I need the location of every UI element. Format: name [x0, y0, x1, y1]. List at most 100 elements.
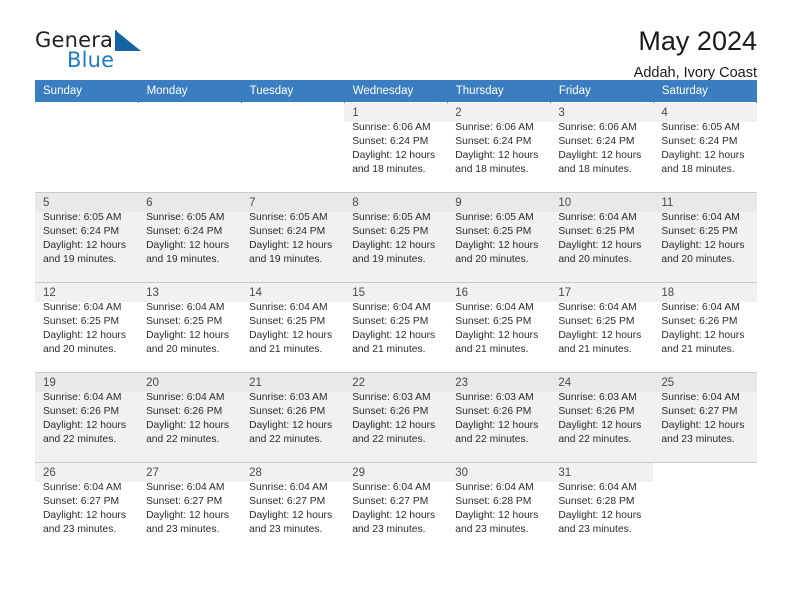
daylight-line-2: and 18 minutes. [455, 164, 529, 176]
sunset-time: Sunset: 6:24 PM [146, 226, 223, 238]
calendar-body: 1 Sunrise: 6:06 AM Sunset: 6:24 PM Daylight… [35, 102, 757, 552]
daylight-line-1: Daylight: 12 hours [455, 240, 539, 252]
daylight-line-1: Daylight: 12 hours [455, 510, 539, 522]
calendar-cell-day[interactable]: 15 Sunrise: 6:04 AM Sunset: 6:25 PM Dayligh… [344, 282, 448, 373]
day-details: Sunrise: 6:06 AM Sunset: 6:24 PM Daylight:… [455, 121, 542, 177]
calendar-week-row: 5 Sunrise: 6:05 AM Sunset: 6:24 PM Daylight… [35, 192, 757, 283]
calendar-cell-inner: 11 Sunrise: 6:04 AM Sunset: 6:25 PM Dayligh… [653, 193, 757, 282]
calendar-cell-inner: 18 Sunrise: 6:04 AM Sunset: 6:26 PM Dayligh… [653, 283, 757, 372]
day-details: Sunrise: 6:04 AM Sunset: 6:25 PM Daylight:… [352, 301, 439, 357]
sunrise-time: Sunrise: 6:06 AM [558, 122, 637, 133]
calendar-cell-day[interactable]: 11 Sunrise: 6:04 AM Sunset: 6:25 PM Dayligh… [653, 192, 757, 283]
calendar-cell-empty [35, 102, 139, 193]
calendar-cell-day[interactable]: 31 Sunrise: 6:04 AM Sunset: 6:28 PM Dayligh… [550, 462, 654, 552]
calendar-cell-inner: 2 Sunrise: 6:06 AM Sunset: 6:24 PM Daylight… [447, 103, 551, 192]
sunrise-time: Sunrise: 6:05 AM [249, 212, 328, 223]
calendar-cell-day[interactable]: 8 Sunrise: 6:05 AM Sunset: 6:25 PM Daylight… [344, 192, 448, 283]
calendar-cell-day[interactable]: 20 Sunrise: 6:04 AM Sunset: 6:26 PM Dayligh… [138, 372, 242, 463]
calendar-cell-day[interactable]: 18 Sunrise: 6:04 AM Sunset: 6:26 PM Dayligh… [653, 282, 757, 373]
calendar-cell-inner [653, 463, 757, 552]
calendar-cell-day[interactable]: 3 Sunrise: 6:06 AM Sunset: 6:24 PM Daylight… [550, 102, 654, 193]
day-details: Sunrise: 6:03 AM Sunset: 6:26 PM Daylight:… [249, 391, 336, 447]
calendar-cell-day[interactable]: 22 Sunrise: 6:03 AM Sunset: 6:26 PM Dayligh… [344, 372, 448, 463]
sunrise-time: Sunrise: 6:04 AM [661, 302, 740, 313]
calendar-cell-day[interactable]: 28 Sunrise: 6:04 AM Sunset: 6:27 PM Dayligh… [241, 462, 345, 552]
calendar-cell-day[interactable]: 2 Sunrise: 6:06 AM Sunset: 6:24 PM Daylight… [447, 102, 551, 193]
calendar-cell-day[interactable]: 13 Sunrise: 6:04 AM Sunset: 6:25 PM Dayligh… [138, 282, 242, 373]
calendar-cell-inner: 28 Sunrise: 6:04 AM Sunset: 6:27 PM Dayligh… [241, 463, 345, 552]
day-details: Sunrise: 6:06 AM Sunset: 6:24 PM Daylight:… [558, 121, 645, 177]
calendar-cell-day[interactable]: 29 Sunrise: 6:04 AM Sunset: 6:27 PM Dayligh… [344, 462, 448, 552]
day-number: 28 [249, 467, 262, 479]
calendar-cell-inner: 25 Sunrise: 6:04 AM Sunset: 6:27 PM Dayligh… [653, 373, 757, 462]
calendar-table: Sunday Monday Tuesday Wednesday Thursday… [35, 80, 758, 552]
daylight-line-1: Daylight: 12 hours [43, 330, 126, 342]
calendar-cell-day[interactable]: 26 Sunrise: 6:04 AM Sunset: 6:27 PM Dayligh… [35, 462, 139, 552]
day-number: 26 [43, 467, 56, 479]
calendar-cell-inner: 5 Sunrise: 6:05 AM Sunset: 6:24 PM Daylight… [35, 193, 139, 282]
calendar-cell-day[interactable]: 7 Sunrise: 6:05 AM Sunset: 6:24 PM Daylight… [241, 192, 345, 283]
day-number: 12 [43, 287, 56, 299]
sunset-time: Sunset: 6:26 PM [43, 406, 120, 418]
daylight-line-2: and 21 minutes. [352, 344, 426, 356]
day-details: Sunrise: 6:04 AM Sunset: 6:25 PM Daylight:… [558, 301, 645, 357]
calendar-cell-day[interactable]: 23 Sunrise: 6:03 AM Sunset: 6:26 PM Dayligh… [447, 372, 551, 463]
calendar-cell-day[interactable]: 9 Sunrise: 6:05 AM Sunset: 6:25 PM Daylight… [447, 192, 551, 283]
day-number: 30 [455, 467, 469, 479]
day-details: Sunrise: 6:04 AM Sunset: 6:26 PM Daylight:… [146, 391, 233, 447]
day-details: Sunrise: 6:03 AM Sunset: 6:26 PM Daylight:… [352, 391, 439, 447]
day-details: Sunrise: 6:05 AM Sunset: 6:24 PM Daylight:… [146, 211, 233, 267]
day-details: Sunrise: 6:04 AM Sunset: 6:25 PM Daylight:… [146, 301, 233, 357]
calendar-cell-day[interactable]: 5 Sunrise: 6:05 AM Sunset: 6:24 PM Daylight… [35, 192, 139, 283]
calendar-cell-day[interactable]: 25 Sunrise: 6:04 AM Sunset: 6:27 PM Dayligh… [653, 372, 757, 463]
calendar-cell-inner: 20 Sunrise: 6:04 AM Sunset: 6:26 PM Dayligh… [138, 373, 242, 462]
calendar-cell-empty [138, 102, 242, 193]
calendar-cell-day[interactable]: 30 Sunrise: 6:04 AM Sunset: 6:28 PM Dayligh… [447, 462, 551, 552]
sunrise-time: Sunrise: 6:04 AM [352, 302, 431, 313]
sunset-time: Sunset: 6:25 PM [249, 316, 326, 328]
day-number: 5 [43, 197, 50, 209]
sunrise-time: Sunrise: 6:04 AM [146, 302, 225, 313]
sunset-time: Sunset: 6:26 PM [352, 406, 429, 418]
calendar-cell-day[interactable]: 16 Sunrise: 6:04 AM Sunset: 6:25 PM Dayligh… [447, 282, 551, 373]
day-number: 29 [352, 467, 365, 479]
sunset-time: Sunset: 6:25 PM [146, 316, 223, 328]
daylight-line-2: and 20 minutes. [43, 344, 117, 356]
weekday-header-wednesday: Wednesday [344, 80, 448, 103]
calendar-cell-day[interactable]: 21 Sunrise: 6:03 AM Sunset: 6:26 PM Dayligh… [241, 372, 345, 463]
sunset-time: Sunset: 6:24 PM [558, 136, 635, 148]
daylight-line-1: Daylight: 12 hours [558, 240, 642, 252]
calendar-cell-day[interactable]: 4 Sunrise: 6:05 AM Sunset: 6:24 PM Daylight… [653, 102, 757, 193]
calendar-cell-inner: 10 Sunrise: 6:04 AM Sunset: 6:25 PM Dayligh… [550, 193, 654, 282]
calendar-cell-day[interactable]: 6 Sunrise: 6:05 AM Sunset: 6:24 PM Daylight… [138, 192, 242, 283]
sunset-time: Sunset: 6:27 PM [249, 496, 326, 508]
daylight-line-1: Daylight: 12 hours [558, 150, 642, 162]
daylight-line-1: Daylight: 12 hours [455, 420, 539, 432]
day-number: 3 [558, 107, 565, 119]
calendar-cell-inner: 13 Sunrise: 6:04 AM Sunset: 6:25 PM Dayligh… [138, 283, 242, 372]
calendar-cell-day[interactable]: 19 Sunrise: 6:04 AM Sunset: 6:26 PM Dayligh… [35, 372, 139, 463]
calendar-cell-inner: 23 Sunrise: 6:03 AM Sunset: 6:26 PM Dayligh… [447, 373, 551, 462]
day-number: 9 [455, 197, 462, 209]
day-details: Sunrise: 6:03 AM Sunset: 6:26 PM Daylight:… [455, 391, 542, 447]
day-details: Sunrise: 6:03 AM Sunset: 6:26 PM Daylight:… [558, 391, 645, 447]
calendar-week-row: 1 Sunrise: 6:06 AM Sunset: 6:24 PM Daylight… [35, 102, 757, 193]
calendar-cell-day[interactable]: 24 Sunrise: 6:03 AM Sunset: 6:26 PM Dayligh… [550, 372, 654, 463]
calendar-cell-inner: 17 Sunrise: 6:04 AM Sunset: 6:25 PM Dayligh… [550, 283, 654, 372]
calendar-cell-day[interactable]: 1 Sunrise: 6:06 AM Sunset: 6:24 PM Daylight… [344, 102, 448, 193]
sunrise-time: Sunrise: 6:05 AM [352, 212, 431, 223]
sunrise-time: Sunrise: 6:04 AM [558, 482, 637, 493]
daylight-line-2: and 20 minutes. [455, 254, 529, 266]
daylight-line-1: Daylight: 12 hours [352, 150, 436, 162]
day-details: Sunrise: 6:06 AM Sunset: 6:24 PM Daylight:… [352, 121, 439, 177]
sunrise-time: Sunrise: 6:04 AM [249, 482, 328, 493]
calendar-cell-day[interactable]: 17 Sunrise: 6:04 AM Sunset: 6:25 PM Dayligh… [550, 282, 654, 373]
calendar-cell-day[interactable]: 12 Sunrise: 6:04 AM Sunset: 6:25 PM Dayligh… [35, 282, 139, 373]
daylight-line-1: Daylight: 12 hours [661, 420, 745, 432]
calendar-cell-inner: 12 Sunrise: 6:04 AM Sunset: 6:25 PM Dayligh… [35, 283, 139, 372]
day-details: Sunrise: 6:04 AM Sunset: 6:26 PM Daylight:… [661, 301, 748, 357]
calendar-cell-day[interactable]: 10 Sunrise: 6:04 AM Sunset: 6:25 PM Dayligh… [550, 192, 654, 283]
calendar-cell-day[interactable]: 27 Sunrise: 6:04 AM Sunset: 6:27 PM Dayligh… [138, 462, 242, 552]
day-details: Sunrise: 6:05 AM Sunset: 6:25 PM Daylight:… [455, 211, 542, 267]
calendar-cell-day[interactable]: 14 Sunrise: 6:04 AM Sunset: 6:25 PM Dayligh… [241, 282, 345, 373]
